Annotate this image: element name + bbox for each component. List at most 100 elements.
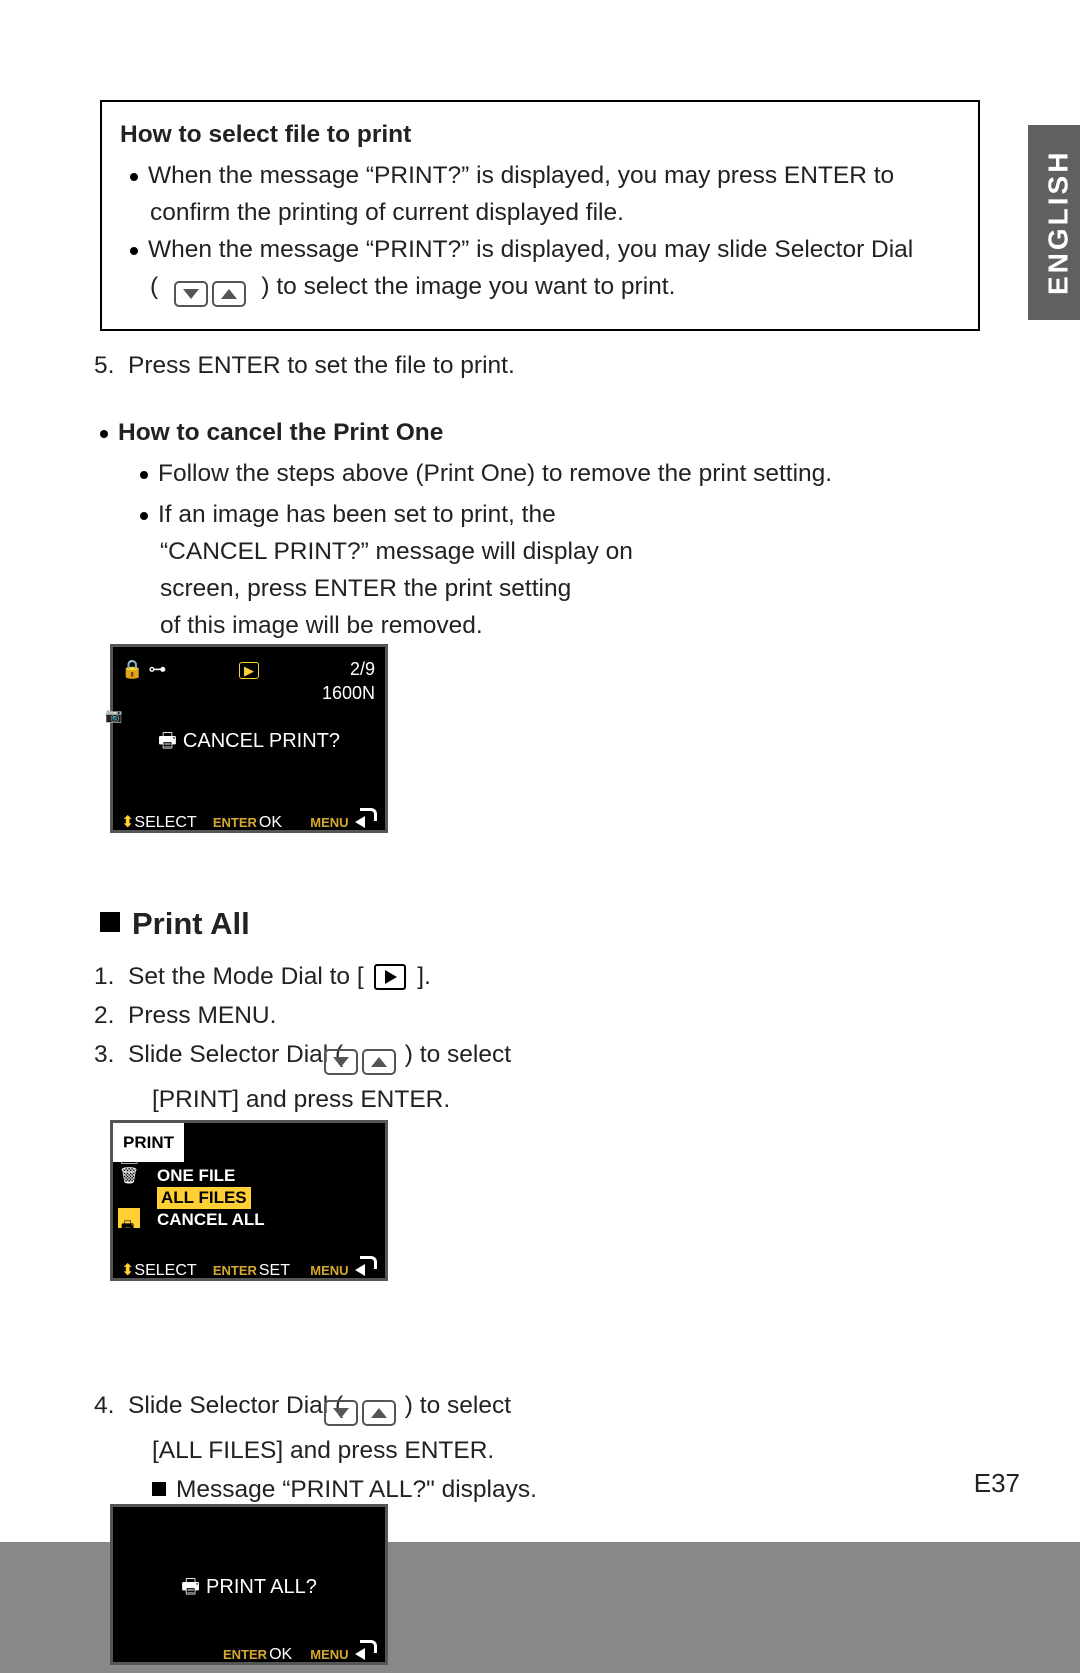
down-icon [324, 1049, 358, 1075]
updown-icon: ⬍ [121, 814, 134, 831]
page-number: E37 [974, 1465, 1020, 1502]
lcd-footer: ENTEROK MENU [121, 1636, 385, 1658]
bullet-icon [140, 460, 158, 487]
up-icon [362, 1049, 396, 1075]
text: If an image has been set to print, the [158, 501, 556, 528]
side-icons: 🖼🗑 [119, 1147, 139, 1187]
page-content: How to select file to print When the mes… [100, 100, 980, 1671]
text: ]. [410, 963, 430, 990]
heading-text: Print All [132, 906, 250, 941]
step-4b: [ALL FILES] and press ENTER. [152, 1432, 620, 1469]
enter-label: ENTER [211, 815, 259, 830]
lcd-print-all: 🖶 PRINT ALL? ENTEROK MENU [110, 1504, 388, 1665]
step-4-wrap: 4. Slide Selector Dial ( ) to select [AL… [100, 1385, 980, 1671]
text: When the message “PRINT?” is displayed, … [148, 162, 894, 189]
step-4c: Message “PRINT ALL?" displays. [152, 1471, 620, 1508]
lcd-message: 🖶 CANCEL PRINT? [113, 723, 385, 760]
heading-text: How to cancel the Print One [118, 419, 443, 446]
step-1: 1. Set the Mode Dial to [ ]. [122, 958, 620, 995]
text: Follow the steps above (Print One) to re… [158, 460, 832, 487]
text: ( [150, 273, 165, 300]
lcd-footer: ⬍SELECT ENTEROK MENU [121, 804, 385, 826]
updown-icon: ⬍ [121, 1262, 134, 1279]
step-5: 5. Press ENTER to set the file to print. [100, 347, 980, 384]
up-icon [362, 1400, 396, 1426]
up-icon [212, 281, 246, 307]
print-all-steps: 1. Set the Mode Dial to [ ]. 2. Press ME… [100, 956, 980, 1281]
bullet-icon [130, 236, 148, 263]
ok-label: OK [269, 1646, 292, 1663]
lcd-topbar: 🔒 ⊶ ▶ 2/9 [113, 651, 385, 675]
step-4a: 4. Slide Selector Dial ( ) to select [122, 1387, 620, 1430]
text: ) to select [398, 1392, 511, 1419]
selector-dial-icon [172, 274, 248, 311]
text: screen, press ENTER the print setting [160, 575, 571, 602]
back-icon [355, 1646, 377, 1660]
steps-1-3: 1. Set the Mode Dial to [ ]. 2. Press ME… [100, 956, 620, 1120]
back-icon [355, 1262, 377, 1276]
box-bullet-2-cont: ( ) to select the image you want to prin… [150, 268, 960, 311]
lcd-menu-items: ONE FILE ALL FILES CANCEL ALL [157, 1165, 265, 1231]
square-icon [152, 1476, 176, 1503]
text: When the message “PRINT?” is displayed, … [148, 236, 913, 263]
cancel-section: How to cancel the Print One Follow the s… [100, 414, 980, 833]
language-tab: ENGLISH [1028, 125, 1080, 320]
ok-label: OK [259, 814, 282, 831]
text: 1. Set the Mode Dial to [ [94, 963, 370, 990]
text: “CANCEL PRINT?” message will display on [160, 538, 633, 565]
back-icon [355, 814, 377, 828]
bullet-icon [100, 419, 118, 446]
spacer [100, 1281, 980, 1385]
cancel-bullet-2-wrap: If an image has been set to print, the “… [100, 492, 980, 833]
manual-page: ENGLISH How to select file to print When… [0, 0, 1080, 1542]
print-all-heading: Print All [100, 905, 980, 942]
select-label: SELECT [134, 1262, 196, 1279]
select-label: SELECT [134, 814, 196, 831]
text: ) to select [398, 1041, 511, 1068]
text: Message “PRINT ALL?" displays. [176, 1476, 537, 1503]
text: 4. Slide Selector Dial ( [94, 1392, 350, 1419]
box-bullet-1: When the message “PRINT?” is displayed, … [130, 157, 960, 194]
print-category-icon [118, 1208, 140, 1228]
square-icon [100, 906, 132, 941]
step-3: 3. Slide Selector Dial ( ) to select [122, 1036, 620, 1079]
text: CANCEL PRINT? [183, 730, 340, 752]
how-to-select-box: How to select file to print When the mes… [100, 100, 980, 331]
text: PRINT ALL? [206, 1576, 317, 1598]
lcd-footer: ⬍SELECT ENTERSET MENU [121, 1252, 385, 1274]
menu-item-one-file: ONE FILE [157, 1165, 265, 1187]
menu-label: MENU [308, 1263, 350, 1278]
menu-label: MENU [308, 815, 350, 830]
set-label: SET [259, 1262, 290, 1279]
box-title: How to select file to print [120, 116, 960, 153]
cancel-bullet-2: If an image has been set to print, the “… [140, 496, 660, 644]
box-bullet-1-cont: confirm the printing of current displaye… [150, 194, 960, 231]
bullet-icon [130, 162, 148, 189]
playback-mode-icon [374, 964, 406, 990]
menu-item-all-files: ALL FILES [157, 1187, 251, 1209]
text: ) to select the image you want to print. [255, 273, 676, 300]
down-icon [324, 1400, 358, 1426]
cancel-heading: How to cancel the Print One [100, 414, 980, 451]
step-4: 4. Slide Selector Dial ( ) to select [AL… [100, 1385, 620, 1510]
text: 3. Slide Selector Dial ( [94, 1041, 350, 1068]
enter-label: ENTER [221, 1647, 269, 1662]
selector-dial-icon [350, 1393, 398, 1430]
menu-item-cancel-all: CANCEL ALL [157, 1209, 265, 1231]
selector-dial-icon [350, 1042, 398, 1079]
step-2: 2. Press MENU. [122, 997, 620, 1034]
lcd-message: 🖶 PRINT ALL? [113, 1569, 385, 1606]
enter-label: ENTER [211, 1263, 259, 1278]
bullet-icon [140, 501, 158, 528]
box-bullet-2: When the message “PRINT?” is displayed, … [130, 231, 960, 268]
print-icon: 🖶 [158, 730, 177, 752]
down-icon [174, 281, 208, 307]
lcd-cancel-print: 🔒 ⊶ ▶ 2/9 1600N 📷 🖶CANCEL PRINT? ⬍SELECT… [110, 644, 388, 833]
step-3b: [PRINT] and press ENTER. [152, 1081, 620, 1118]
print-icon: 🖶 [181, 1576, 200, 1598]
lcd-print-menu: PRINT 🖼🗑 ONE FILE ALL FILES CANCEL ALL ⬍… [110, 1120, 388, 1281]
cancel-bullet-1: Follow the steps above (Print One) to re… [140, 455, 980, 492]
text: of this image will be removed. [160, 612, 483, 639]
menu-label: MENU [308, 1647, 350, 1662]
step-line: 5. Press ENTER to set the file to print. [122, 347, 980, 384]
